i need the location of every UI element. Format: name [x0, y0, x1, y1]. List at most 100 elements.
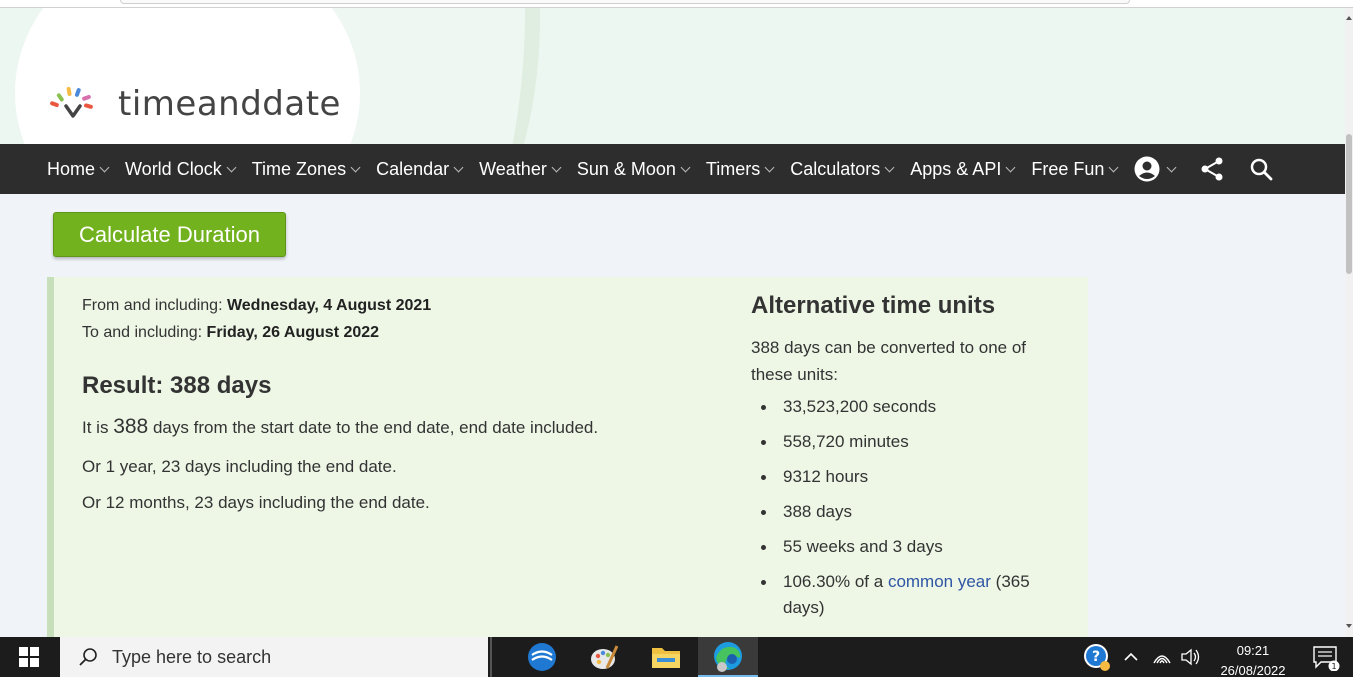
unit-list: 33,523,200 seconds 558,720 minutes 9312 …	[751, 394, 1071, 621]
paint-app-icon	[591, 645, 619, 669]
nav-time-zones[interactable]: Time Zones	[251, 158, 361, 180]
nav-label: Free Fun	[1031, 158, 1105, 179]
list-item: 55 weeks and 3 days	[751, 534, 1071, 560]
clock-time: 09:21	[1236, 643, 1270, 658]
to-line: To and including: Friday, 26 August 2022	[82, 319, 702, 346]
action-center[interactable]: 1	[1312, 637, 1340, 677]
page-scrollbar[interactable]	[1345, 8, 1353, 637]
taskbar-divider	[490, 637, 492, 677]
search-icon	[79, 648, 97, 666]
logo-wordmark: timeanddate	[118, 84, 341, 124]
share-button[interactable]	[1199, 156, 1225, 182]
main-nav: Home World Clock Time Zones Calendar Wea…	[0, 144, 1345, 194]
nav-home[interactable]: Home	[47, 158, 110, 180]
chevron-down-icon	[1005, 162, 1016, 172]
network-status[interactable]	[1152, 637, 1172, 677]
chevron-down-icon	[350, 162, 361, 172]
search-placeholder: Type here to search	[112, 646, 272, 667]
account-icon	[1134, 156, 1160, 182]
chevron-down-icon	[1166, 162, 1177, 172]
scroll-down-icon[interactable]	[1346, 624, 1352, 628]
result-text: days from the start date to the end date…	[152, 418, 599, 437]
result-title: Result: 388 days	[82, 372, 272, 399]
nav-free-fun[interactable]: Free Fun	[1031, 158, 1119, 180]
alternative-units: Alternative time units 388 days can be c…	[751, 292, 1071, 630]
search-icon	[1251, 158, 1273, 181]
browser-chrome	[0, 0, 1353, 8]
nav-weather[interactable]: Weather	[479, 158, 562, 180]
taskbar-app-paint[interactable]	[574, 637, 634, 677]
nav-label: Calendar	[376, 158, 450, 179]
chevron-down-icon	[226, 162, 237, 172]
chevron-down-icon	[680, 162, 691, 172]
notification-icon: 1	[1313, 646, 1340, 671]
list-item: 9312 hours	[751, 464, 1071, 490]
nav-sun-moon[interactable]: Sun & Moon	[576, 158, 691, 180]
speaker-icon	[1181, 648, 1200, 666]
taskbar-app-explorer[interactable]	[636, 637, 696, 677]
scroll-thumb[interactable]	[1346, 134, 1352, 274]
nav-calendar[interactable]: Calendar	[376, 158, 464, 180]
nav-label: Timers	[705, 158, 761, 179]
taskbar-app-mail[interactable]	[512, 637, 572, 677]
taskbar-app-edge[interactable]	[698, 637, 758, 677]
windows-icon	[19, 647, 39, 667]
common-year-link[interactable]: common year	[888, 572, 991, 591]
help-tray[interactable]: ?	[1082, 637, 1112, 677]
calculate-duration-button[interactable]: Calculate Duration	[53, 212, 286, 257]
wifi-icon	[1153, 655, 1171, 664]
chevron-down-icon	[1108, 162, 1119, 172]
folder-icon	[652, 648, 680, 668]
from-label: From and including:	[82, 297, 223, 314]
nav-calculators[interactable]: Calculators	[790, 158, 895, 180]
start-button[interactable]	[0, 637, 58, 677]
scroll-up-icon[interactable]	[1346, 16, 1352, 20]
chevron-down-icon	[99, 162, 110, 172]
nav-label: World Clock	[125, 158, 222, 179]
logo-mark-icon	[50, 87, 93, 118]
site-logo[interactable]: timeanddate	[48, 84, 341, 124]
clock-date: 26/08/2022	[1220, 663, 1286, 677]
system-clock[interactable]: 09:21 26/08/2022	[1208, 641, 1298, 677]
search-button[interactable]	[1249, 157, 1273, 181]
nav-label: Apps & API	[910, 158, 1002, 179]
mail-app-icon	[528, 643, 556, 671]
from-line: From and including: Wednesday, 4 August …	[82, 292, 702, 319]
nav-apps-api[interactable]: Apps & API	[910, 158, 1016, 180]
alt-units-title: Alternative time units	[751, 292, 996, 319]
nav-timers[interactable]: Timers	[705, 158, 775, 180]
from-value: Wednesday, 4 August 2021	[226, 297, 432, 314]
chevron-down-icon	[764, 162, 775, 172]
chevron-up-icon	[1124, 652, 1138, 661]
nav-label: Sun & Moon	[576, 158, 676, 179]
to-value: Friday, 26 August 2022	[206, 324, 380, 341]
list-item: 106.30% of a common year (365 days)	[751, 569, 1071, 621]
chevron-down-icon	[884, 162, 895, 172]
chevron-down-icon	[551, 162, 562, 172]
nav-label: Calculators	[790, 158, 881, 179]
volume-control[interactable]	[1180, 637, 1202, 677]
list-item: 558,720 minutes	[751, 429, 1071, 455]
edge-browser-icon	[714, 642, 742, 672]
nav-label: Home	[47, 158, 96, 179]
help-icon: ?	[1084, 644, 1110, 671]
result-line-months: Or 12 months, 23 days including the end …	[82, 493, 430, 512]
svg-text:?: ?	[1092, 649, 1100, 665]
address-bar[interactable]	[120, 0, 1130, 4]
result-line-days: It is 388 days from the start date to th…	[82, 415, 598, 439]
taskbar: Type here to search ? 09:21 26/08/2022 1	[0, 637, 1353, 677]
list-item: 33,523,200 seconds	[751, 394, 1071, 420]
result-line-years: Or 1 year, 23 days including the end dat…	[82, 457, 397, 476]
nav-label: Weather	[479, 158, 547, 179]
unit-text: 106.30% of a	[783, 572, 884, 591]
notification-count: 1	[1331, 662, 1336, 671]
account-menu[interactable]	[1134, 156, 1177, 182]
show-hidden-icons[interactable]	[1122, 637, 1140, 677]
list-item: 388 days	[751, 499, 1071, 525]
nav-label: Time Zones	[251, 158, 347, 179]
nav-world-clock[interactable]: World Clock	[125, 158, 237, 180]
date-range: From and including: Wednesday, 4 August …	[82, 292, 702, 346]
taskbar-search[interactable]: Type here to search	[60, 637, 488, 677]
to-label: To and including:	[82, 324, 203, 341]
share-icon	[1201, 157, 1223, 181]
